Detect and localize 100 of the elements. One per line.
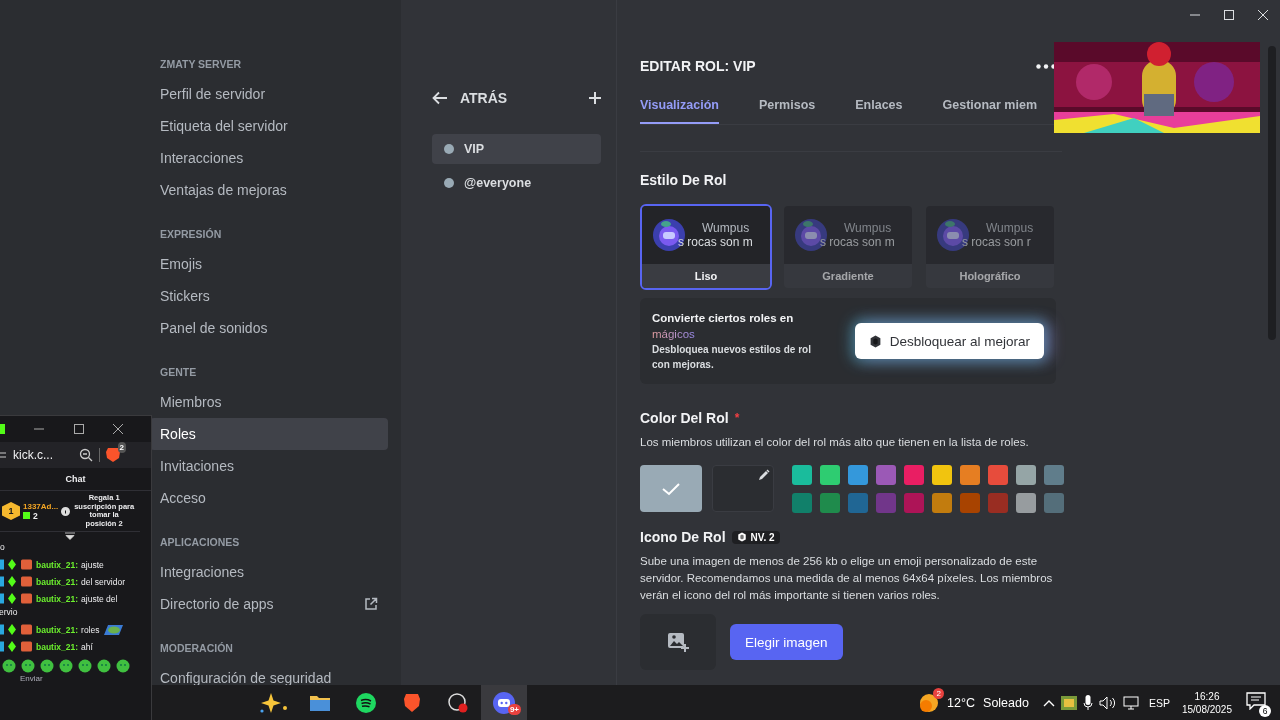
maximize-icon[interactable] — [73, 424, 84, 434]
default-color-swatch[interactable] — [640, 465, 702, 512]
send-button[interactable]: Enviar — [20, 674, 151, 683]
tab[interactable]: Gestionar miem — [942, 98, 1037, 124]
color-swatch[interactable] — [848, 465, 868, 485]
rank-badge: 1 — [2, 502, 20, 520]
shield-icon[interactable] — [106, 447, 120, 463]
chat-username[interactable]: bautix_21: — [36, 559, 79, 570]
upsell-text: Desbloquea nuevos estilos de rol con mejoras. — [652, 343, 812, 372]
address-bar[interactable]: kick.c... — [13, 448, 73, 462]
role-item[interactable]: VIP — [432, 134, 601, 164]
add-image-icon — [667, 631, 689, 653]
chat-username[interactable]: bautix_21: — [36, 641, 79, 652]
record-icon — [448, 692, 468, 713]
notification-icon[interactable] — [1246, 691, 1266, 710]
chat-username[interactable]: bautix_21: — [36, 593, 79, 604]
card-label: Liso — [642, 264, 770, 288]
card-label: Holográfico — [926, 264, 1054, 288]
network-icon[interactable] — [1122, 695, 1141, 710]
chat-message: ajuste — [81, 559, 104, 570]
custom-color-swatch[interactable] — [712, 465, 774, 512]
color-swatch[interactable] — [960, 465, 980, 485]
role-item[interactable]: @everyone — [432, 168, 601, 198]
sidebar-item[interactable]: Emojis — [150, 248, 388, 280]
color-swatch[interactable] — [876, 465, 896, 485]
external-link-icon — [364, 597, 378, 611]
emote-icon[interactable] — [97, 659, 111, 673]
color-swatch[interactable] — [1016, 493, 1036, 513]
emote-icon[interactable] — [59, 659, 73, 673]
color-swatch[interactable] — [848, 493, 868, 513]
color-swatch[interactable] — [904, 493, 924, 513]
add-icon[interactable] — [589, 92, 601, 104]
chevron-up-icon[interactable] — [1042, 698, 1055, 707]
tune-icon[interactable] — [0, 450, 7, 460]
badges-drawing — [0, 624, 33, 635]
emote-icon[interactable] — [78, 659, 92, 673]
color-swatch[interactable] — [876, 493, 896, 513]
image-placeholder[interactable] — [640, 614, 716, 670]
color-swatch[interactable] — [988, 493, 1008, 513]
style-card[interactable]: Wumpus s rocas son m Liso — [640, 204, 772, 290]
section-header: EXPRESIÓN — [159, 227, 223, 242]
color-swatch[interactable] — [932, 465, 952, 485]
language-indicator[interactable]: ESP — [1148, 696, 1170, 709]
emote-icon[interactable] — [40, 659, 54, 673]
emote-icon[interactable] — [21, 659, 35, 673]
clock[interactable]: 16:26 15/08/2025 — [1181, 689, 1232, 716]
sidebar-item[interactable]: Integraciones — [150, 556, 388, 588]
taskbar-app[interactable]: 9+ — [481, 685, 527, 720]
badges-drawing — [0, 593, 33, 604]
gift-icon — [23, 512, 30, 519]
sidebar-item[interactable]: Miembros — [150, 386, 388, 418]
tray-app-icon[interactable] — [1060, 695, 1077, 710]
sidebar-item[interactable]: Ventajas de mejoras — [150, 174, 388, 206]
chat-message: ajuste del — [81, 593, 118, 604]
zoom-icon[interactable] — [79, 448, 93, 462]
sidebar-item[interactable]: Etiqueta del servidor — [150, 110, 388, 142]
unlock-button[interactable]: Desbloquear al mejorar — [854, 323, 1044, 359]
color-swatch[interactable] — [792, 493, 812, 513]
color-swatch[interactable] — [1016, 465, 1036, 485]
chat-username[interactable]: bautix_21: — [36, 624, 79, 635]
sidebar-item[interactable]: Invitaciones — [150, 450, 388, 482]
sidebar-item[interactable]: Perfil de servidor — [150, 78, 388, 110]
color-swatch[interactable] — [1044, 465, 1064, 485]
chat-username[interactable]: bautix_21: — [36, 576, 79, 587]
tab[interactable]: Permisos — [758, 98, 816, 124]
color-swatch[interactable] — [820, 493, 840, 513]
volume-icon[interactable] — [1098, 695, 1117, 710]
sidebar-item[interactable]: Acceso — [150, 482, 388, 514]
sidebar-item[interactable]: Stickers — [150, 280, 388, 312]
emote-icon[interactable] — [116, 659, 130, 673]
weather-text: Soleado — [983, 695, 1029, 710]
preview-name: Wumpus — [986, 221, 1034, 235]
color-swatch[interactable] — [988, 465, 1008, 485]
shield-icon — [403, 692, 421, 713]
close-icon[interactable] — [113, 424, 123, 434]
back-button[interactable]: ATRÁS — [432, 90, 508, 106]
description-text: Sube una imagen de menos de 256 kb o elige un emoji personalizado de este servidor. Recomendamos una medida de al menos 64x64 píxeles. Los miembros verán el icono del rol más importante si tienen varios roles. — [640, 554, 1054, 603]
upsell-title: Convierte ciertos roles en — [652, 311, 795, 326]
tab[interactable]: Enlaces — [855, 98, 903, 124]
color-swatch[interactable] — [1044, 493, 1064, 513]
sidebar-item[interactable]: Interacciones — [150, 142, 388, 174]
sidebar-item[interactable]: Configuración de seguridad — [150, 662, 388, 685]
sidebar-item[interactable]: Directorio de apps — [150, 588, 388, 620]
level-badge: NV. 2 — [731, 530, 780, 544]
sidebar-item[interactable]: Roles — [150, 418, 388, 450]
color-swatch[interactable] — [820, 465, 840, 485]
emote-icon — [102, 623, 125, 636]
avatar-icon — [652, 218, 686, 252]
color-swatch[interactable] — [792, 465, 812, 485]
boost-icon — [736, 532, 747, 542]
color-swatch[interactable] — [960, 493, 980, 513]
choose-image-button[interactable]: Elegir imagen — [730, 624, 843, 660]
color-swatch[interactable] — [932, 493, 952, 513]
color-swatch[interactable] — [904, 465, 924, 485]
sidebar-item[interactable]: Panel de sonidos — [150, 312, 388, 344]
emote-icon[interactable] — [2, 659, 16, 673]
tab[interactable]: Visualización — [640, 98, 719, 124]
microphone-icon[interactable] — [1082, 694, 1093, 711]
folder-icon — [309, 693, 331, 712]
chevron-down-icon[interactable] — [65, 532, 75, 540]
